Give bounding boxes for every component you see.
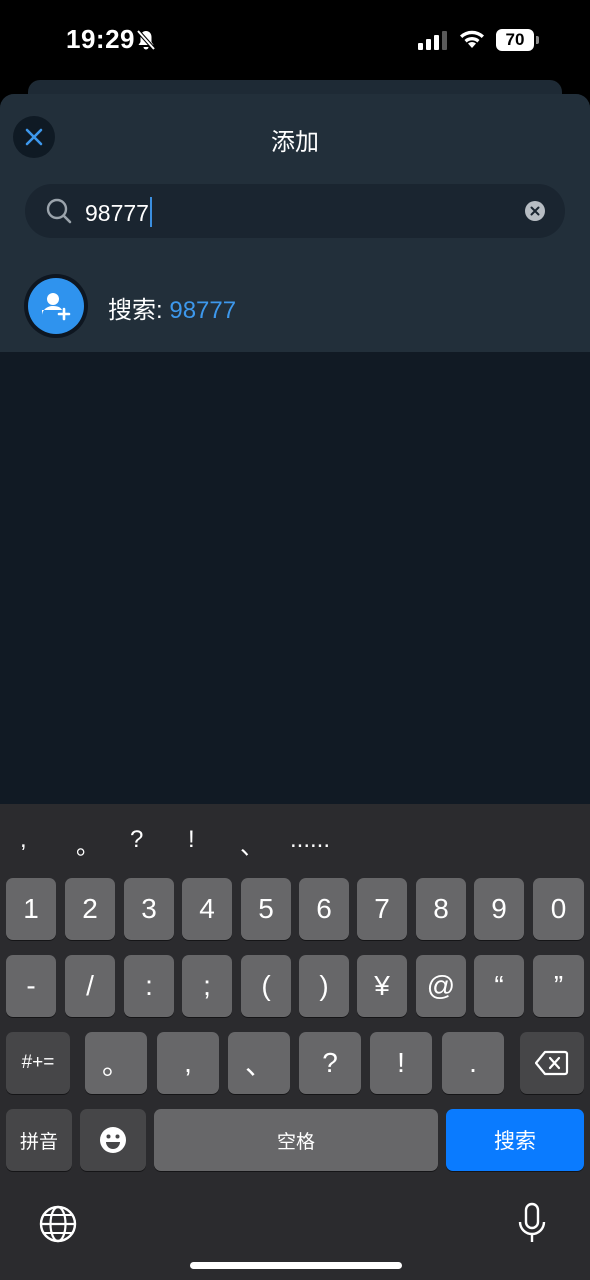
key-at[interactable]: @: [416, 955, 466, 1017]
search-result-row[interactable]: 搜索: 98777: [0, 270, 590, 338]
key-semicolon[interactable]: ;: [182, 955, 232, 1017]
key-question[interactable]: ?: [299, 1032, 361, 1094]
key-hyphen[interactable]: -: [6, 955, 56, 1017]
candidate-bar: , 。 ? ! 、 ......: [0, 804, 590, 876]
key-open-paren[interactable]: (: [241, 955, 291, 1017]
clear-icon[interactable]: [525, 201, 545, 221]
key-4[interactable]: 4: [182, 878, 232, 940]
candidate-item[interactable]: ?: [130, 826, 143, 854]
candidate-item[interactable]: !: [188, 826, 195, 854]
signal-icon: [418, 30, 450, 55]
mic-icon[interactable]: [516, 1202, 548, 1249]
search-icon: [45, 197, 73, 230]
key-open-quote[interactable]: “: [474, 955, 524, 1017]
space-key[interactable]: 空格: [154, 1109, 438, 1171]
search-value: 98777: [85, 200, 149, 226]
key-1[interactable]: 1: [6, 878, 56, 940]
bell-off-icon: [136, 29, 156, 56]
key-5[interactable]: 5: [241, 878, 291, 940]
globe-icon[interactable]: [38, 1204, 78, 1249]
home-indicator: [190, 1262, 402, 1269]
key-comma[interactable]: ,: [157, 1032, 219, 1094]
emoji-key[interactable]: [80, 1109, 146, 1171]
wifi-icon: [458, 28, 486, 55]
keyboard: , 。 ? ! 、 ...... 1 2 3 4 5 6 7 8 9 0 - /…: [0, 804, 590, 1280]
sheet-header-area: 添加 98777 搜索: 98777: [0, 94, 590, 352]
battery-tip: [536, 36, 539, 44]
candidate-item[interactable]: 。: [76, 826, 100, 861]
key-symbols-toggle[interactable]: #+=: [6, 1032, 70, 1094]
key-3[interactable]: 3: [124, 878, 174, 940]
key-8[interactable]: 8: [416, 878, 466, 940]
result-prefix: 搜索:: [108, 297, 170, 324]
key-0[interactable]: 0: [533, 878, 584, 940]
key-6[interactable]: 6: [299, 878, 349, 940]
key-period-cn[interactable]: 。: [85, 1032, 147, 1094]
backspace-key[interactable]: [520, 1032, 584, 1094]
emoji-icon: [100, 1127, 126, 1153]
battery-indicator: 70: [496, 29, 534, 51]
pinyin-key[interactable]: 拼音: [6, 1109, 72, 1171]
key-enum-comma[interactable]: 、: [228, 1032, 290, 1094]
key-colon[interactable]: :: [124, 955, 174, 1017]
result-query: 98777: [169, 297, 237, 324]
search-result-label: 搜索: 98777: [108, 290, 236, 325]
key-7[interactable]: 7: [357, 878, 407, 940]
candidate-item[interactable]: ......: [290, 826, 330, 854]
key-dot[interactable]: .: [442, 1032, 504, 1094]
search-input[interactable]: 98777: [25, 184, 565, 238]
sheet-title: 添加: [271, 129, 319, 156]
key-close-quote[interactable]: ”: [533, 955, 584, 1017]
add-user-icon: [42, 293, 71, 321]
candidate-item[interactable]: 、: [240, 826, 264, 861]
key-yen[interactable]: ¥: [357, 955, 407, 1017]
status-time: 19:29: [66, 24, 135, 54]
search-key[interactable]: 搜索: [446, 1109, 584, 1171]
key-2[interactable]: 2: [65, 878, 115, 940]
backspace-icon: [535, 1050, 569, 1076]
key-exclaim[interactable]: !: [370, 1032, 432, 1094]
text-caret: [149, 197, 152, 227]
key-close-paren[interactable]: ): [299, 955, 349, 1017]
key-slash[interactable]: /: [65, 955, 115, 1017]
avatar: [24, 274, 88, 338]
key-9[interactable]: 9: [474, 878, 524, 940]
status-bar: 19:29 70: [0, 0, 590, 80]
candidate-item[interactable]: ,: [20, 826, 27, 854]
